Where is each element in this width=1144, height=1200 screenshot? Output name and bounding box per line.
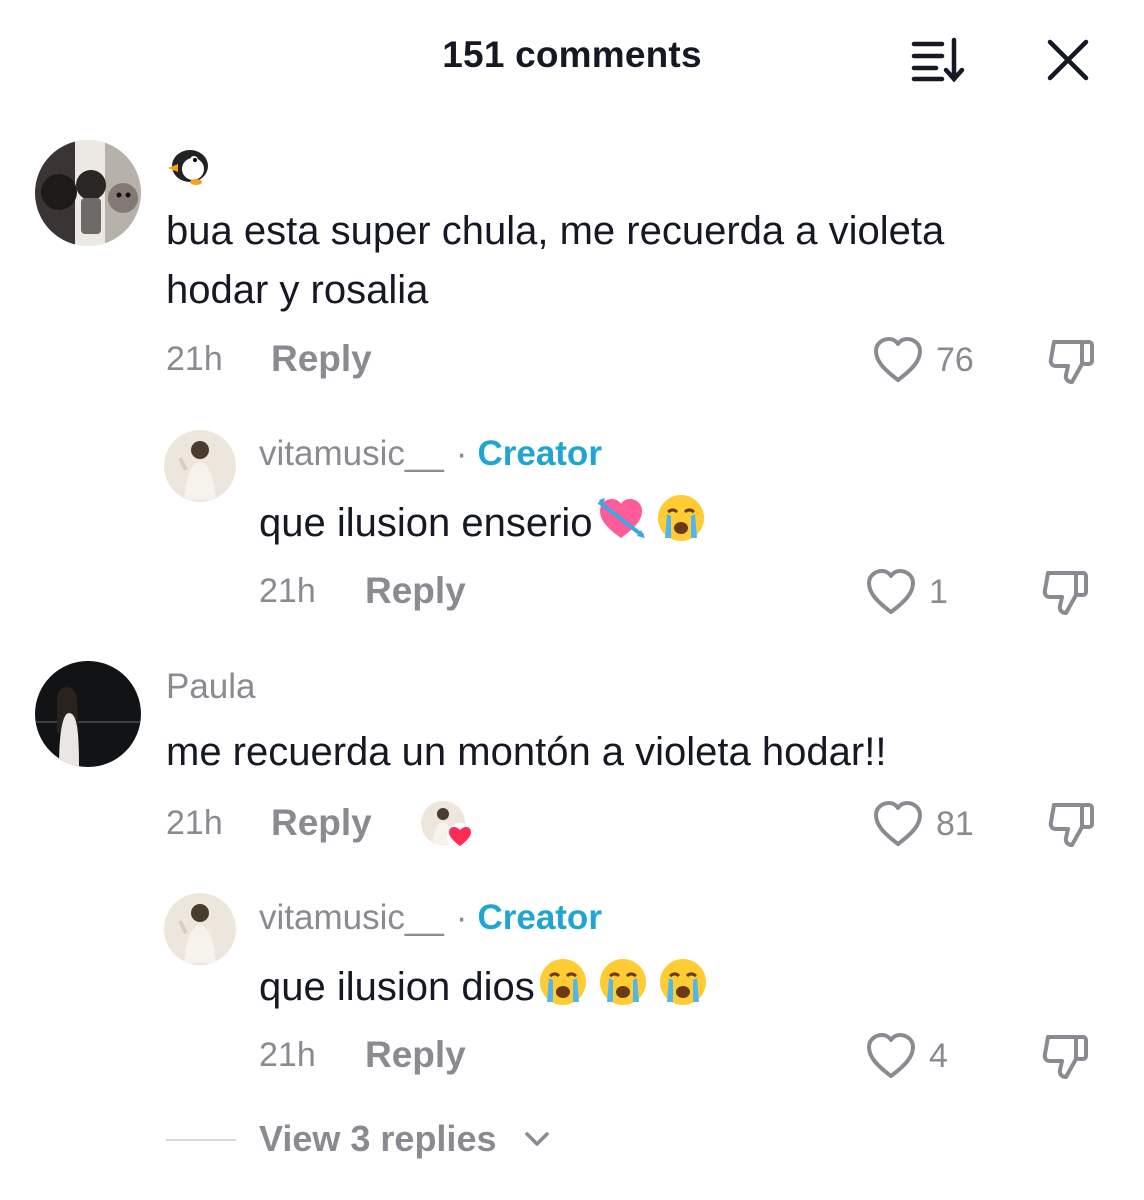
creator-badge: Creator bbox=[477, 898, 602, 937]
creator-liked-badge bbox=[420, 800, 474, 850]
comment-username[interactable]: Paula bbox=[166, 667, 256, 707]
comments-count-title: 151 comments bbox=[442, 34, 702, 75]
avatar[interactable] bbox=[35, 661, 141, 767]
reply-text-content: que ilusion enserio bbox=[259, 501, 593, 545]
reply-text: que ilusion dios bbox=[259, 956, 709, 1025]
heart-arrow-emoji-icon bbox=[595, 494, 647, 561]
close-icon[interactable] bbox=[1040, 32, 1096, 88]
like-count: 1 bbox=[929, 573, 948, 611]
comment-time: 21h bbox=[166, 340, 223, 378]
reply-username-line[interactable]: vitamusic__ · Creator bbox=[259, 434, 602, 474]
reply-time: 21h bbox=[259, 1036, 316, 1074]
heart-icon[interactable] bbox=[865, 1032, 917, 1080]
penguin-emoji-icon bbox=[168, 150, 208, 185]
sort-icon[interactable] bbox=[908, 32, 968, 86]
heart-icon[interactable] bbox=[872, 800, 924, 848]
comments-sheet: 151 comments bua esta super chula, me re… bbox=[0, 0, 1144, 1200]
reply-button[interactable]: Reply bbox=[271, 802, 372, 844]
reply-text: que ilusion enserio bbox=[259, 492, 707, 561]
creator-badge: Creator bbox=[477, 434, 602, 473]
separator-dot: · bbox=[455, 898, 468, 937]
crying-face-emoji-icon bbox=[537, 956, 589, 1025]
thumbs-down-icon[interactable] bbox=[1040, 567, 1092, 619]
reply-username-line[interactable]: vitamusic__ · Creator bbox=[259, 898, 602, 938]
reply-time: 21h bbox=[259, 572, 316, 610]
avatar[interactable] bbox=[35, 140, 141, 246]
reply-username[interactable]: vitamusic__ bbox=[259, 898, 444, 937]
separator-dot: · bbox=[455, 434, 468, 473]
crying-face-emoji-icon bbox=[655, 492, 707, 561]
comment-time: 21h bbox=[166, 804, 223, 842]
comment-text-line: bua esta super chula, me recuerda a viol… bbox=[166, 209, 945, 253]
comment-username[interactable]: 🐧 bbox=[166, 146, 212, 195]
thumbs-down-icon[interactable] bbox=[1040, 1031, 1092, 1083]
reply-text-content: que ilusion dios bbox=[259, 965, 535, 1009]
creator-avatar[interactable] bbox=[164, 893, 236, 965]
reply-button[interactable]: Reply bbox=[365, 1034, 466, 1076]
reply-button[interactable]: Reply bbox=[365, 570, 466, 612]
like-count: 4 bbox=[929, 1037, 948, 1075]
chevron-down-icon[interactable] bbox=[524, 1130, 550, 1148]
view-replies-button[interactable]: View 3 replies bbox=[259, 1118, 496, 1160]
heart-icon[interactable] bbox=[865, 568, 917, 616]
reply-button[interactable]: Reply bbox=[271, 338, 372, 380]
view-replies-divider bbox=[166, 1139, 236, 1141]
creator-avatar[interactable] bbox=[164, 430, 236, 502]
crying-face-emoji-icon bbox=[597, 956, 649, 1025]
thumbs-down-icon[interactable] bbox=[1046, 336, 1098, 388]
like-count: 81 bbox=[936, 805, 974, 843]
reply-username[interactable]: vitamusic__ bbox=[259, 434, 444, 473]
thumbs-down-icon[interactable] bbox=[1046, 799, 1098, 851]
heart-icon[interactable] bbox=[872, 336, 924, 384]
comment-text-line: hodar y rosalia bbox=[166, 268, 429, 312]
comment-text-line: me recuerda un montón a violeta hodar!! bbox=[166, 730, 887, 774]
like-count: 76 bbox=[936, 341, 974, 379]
crying-face-emoji-icon bbox=[657, 956, 709, 1025]
